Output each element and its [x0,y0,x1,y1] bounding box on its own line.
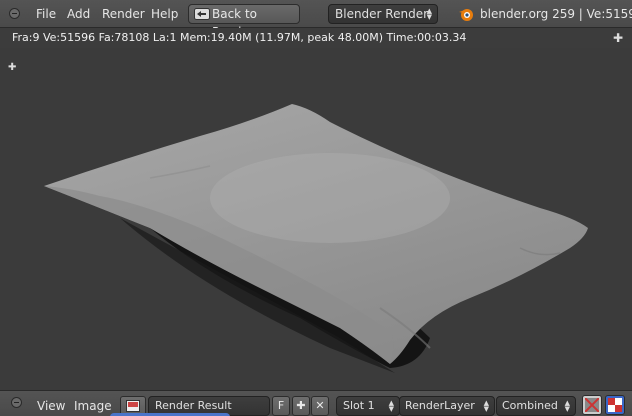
render-info-bar: Fra:9 Ve:51596 Fa:78108 La:1 Mem:19.40M … [0,28,632,48]
draw-channels-button[interactable] [582,395,602,415]
checker-icon [608,398,622,412]
render-stats: Fra:9 Ve:51596 Fa:78108 La:1 Mem:19.40M … [12,31,467,44]
menu-view[interactable]: View [37,399,65,413]
unlink-image-button[interactable]: ✕ [311,396,329,416]
dropdown-arrows-icon: ▲ ▼ [426,7,432,21]
menu-render[interactable]: Render [102,7,145,21]
blender-logo-icon [459,9,473,21]
top-header: File Add Render Help Back to Previous Bl… [0,0,632,39]
slot-arrows-icon: ▲ ▼ [388,399,394,413]
back-to-previous-button[interactable]: Back to Previous [188,4,300,39]
slot-dropdown[interactable]: Slot 1 ▲ ▼ [336,396,400,416]
render-engine-value: Blender Render [335,7,429,21]
new-image-button[interactable]: ✚ [292,396,310,416]
plus-icon: ✚ [296,399,306,412]
color-channels-icon [585,398,599,412]
menu-image[interactable]: Image [74,399,112,413]
slot-value: Slot 1 [343,399,375,412]
render-pass-dropdown[interactable]: Combined ▲ ▼ [496,396,576,416]
render-layer-dropdown[interactable]: RenderLayer ▲ ▼ [399,396,495,416]
menu-help[interactable]: Help [151,7,178,21]
back-arrow-icon [194,8,210,20]
alpha-channel-button[interactable] [605,395,625,415]
fake-user-label: F [277,399,285,412]
close-icon: ✕ [315,399,325,412]
menu-file[interactable]: File [36,7,56,21]
render-pass-arrows-icon: ▲ ▼ [564,399,570,413]
image-icon [126,400,140,412]
bottom-header: View Image Render Result F ✚ ✕ Slot 1 ▲ ▼… [0,390,632,416]
render-layer-value: RenderLayer [405,399,475,412]
menu-add[interactable]: Add [67,7,90,21]
rendered-pillow-image [44,104,588,373]
fake-user-button[interactable]: F [272,396,290,416]
editor-type-icon[interactable] [9,8,20,19]
render-engine-dropdown[interactable]: Blender Render ▲ ▼ [328,4,438,24]
render-pass-value: Combined [502,399,558,412]
editor-type-icon-bottom[interactable] [11,397,22,408]
status-info: blender.org 259 | Ve:51596 | F [480,7,632,21]
image-viewport[interactable]: ✚ [0,48,632,390]
region-expand-icon[interactable]: ✚ [613,31,623,45]
render-layer-arrows-icon: ▲ ▼ [483,399,489,413]
